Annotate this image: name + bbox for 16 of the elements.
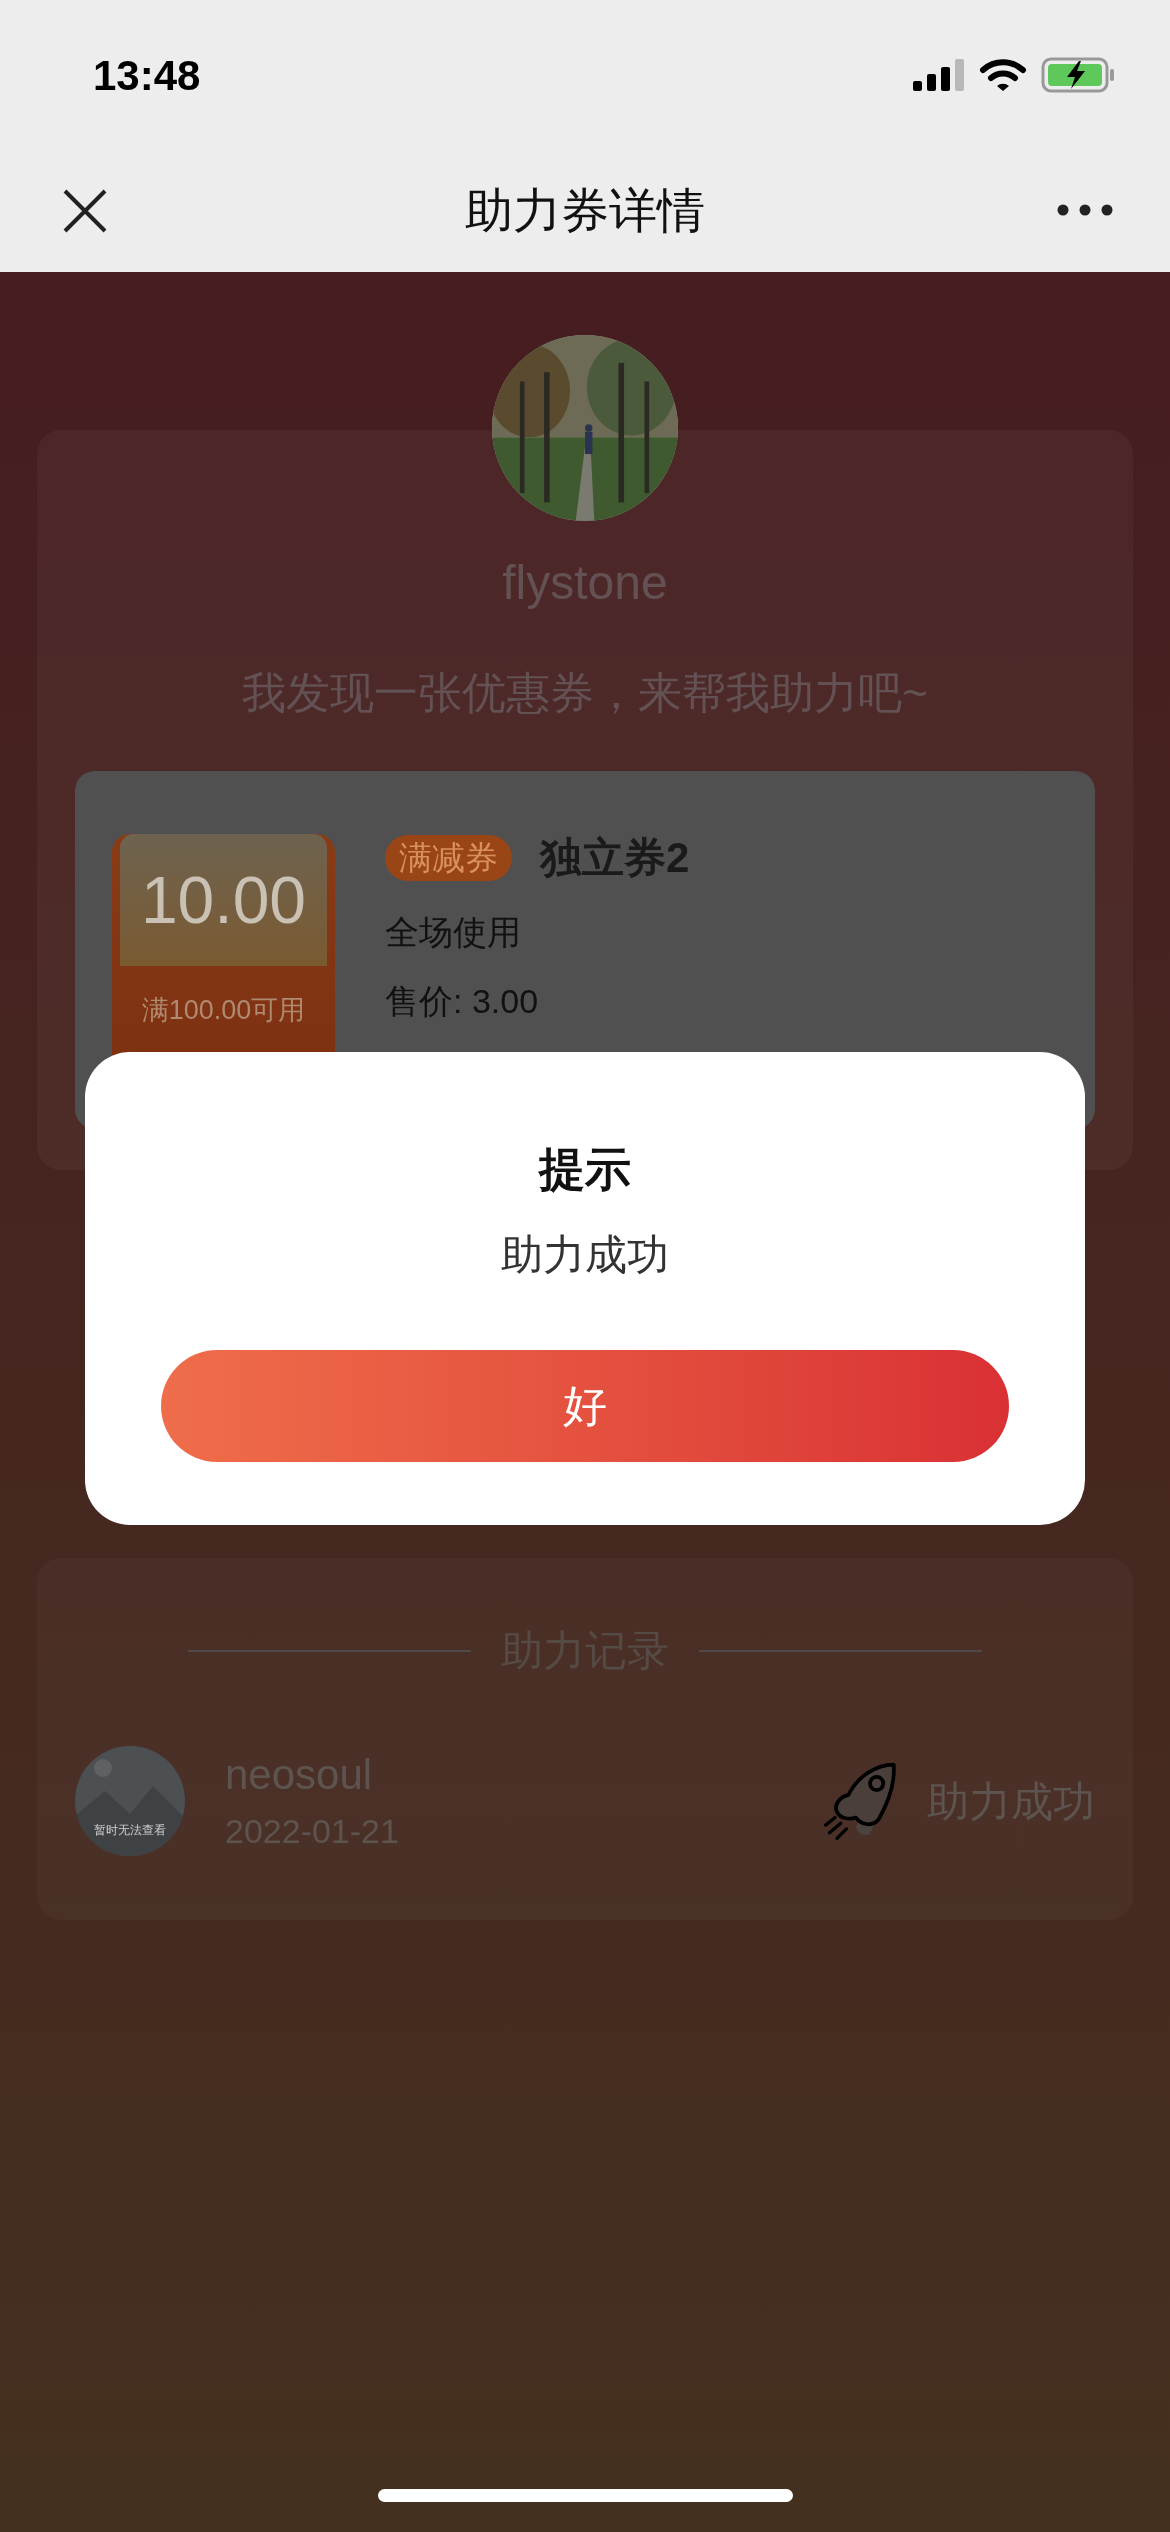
ok-button[interactable]: 好 [161,1350,1009,1462]
coupon-amount: 10.00 [140,867,307,933]
status-time: 13:48 [93,50,201,101]
coupon-condition: 满100.00可用 [140,997,307,1024]
coupon-scope: 全场使用 [385,912,522,953]
avatar-note: 暂时无法查看 [93,1824,167,1836]
more-icon [1057,204,1113,216]
dialog-message: 助力成功 [501,1230,669,1280]
coupon-tag: 满减券 [385,834,512,881]
wifi-icon [979,58,1027,92]
signal-icon [913,59,965,91]
battery-icon [1041,57,1115,93]
close-icon [62,188,108,234]
dialog-title: 提示 [539,1142,631,1196]
page-title: 助力券详情 [465,183,705,239]
coupon-price: 售价: 3.00 [385,981,540,1022]
